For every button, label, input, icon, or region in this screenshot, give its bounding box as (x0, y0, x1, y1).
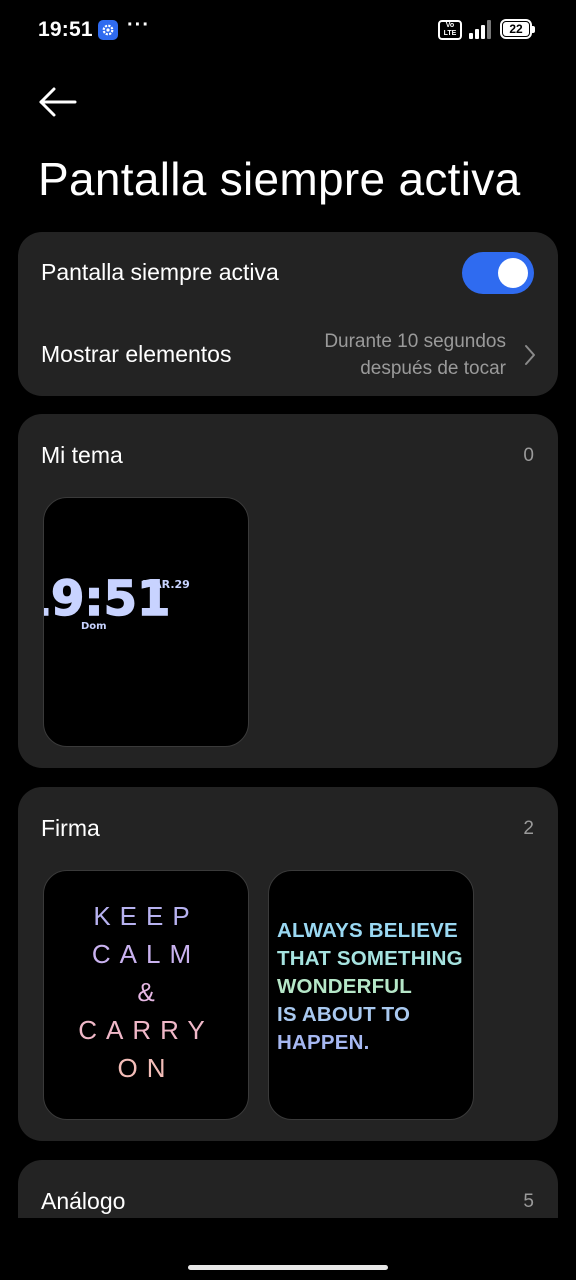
status-time: 19:51 (38, 18, 93, 41)
section-count: 0 (523, 445, 534, 466)
battery-icon: 22 (500, 19, 535, 39)
clock-face-preview: 19:51 MAR.29 Dom (44, 570, 190, 632)
always-believe-text: ALWAYS BELIEVE THAT SOMETHING WONDERFUL … (277, 919, 463, 1054)
gesture-nav-handle[interactable] (188, 1265, 388, 1270)
signal-icon (469, 20, 491, 39)
settings-card: Pantalla siempre activa Mostrar elemento… (18, 232, 558, 396)
more-notifications-icon: ··· (127, 14, 150, 36)
clock-date-text: MAR.29 (142, 578, 190, 591)
clock-face-thumbnail[interactable]: 19:51 MAR.29 Dom (43, 497, 249, 747)
section-title: Firma (41, 815, 100, 841)
back-arrow-icon[interactable] (38, 86, 78, 118)
chevron-right-icon (525, 345, 535, 365)
clock-day-text: Dom (81, 621, 107, 632)
mi-tema-card: Mi tema 0 19:51 MAR.29 Dom (18, 414, 558, 768)
section-title: Análogo (41, 1188, 126, 1214)
keep-calm-thumbnail[interactable]: KEEP CALM & CARRY ON (43, 870, 249, 1120)
toggle-knob (498, 258, 528, 288)
section-title: Mi tema (41, 442, 123, 468)
aod-toggle-row[interactable]: Pantalla siempre activa (18, 232, 558, 314)
aod-toggle[interactable] (462, 252, 534, 294)
show-elements-value: Durante 10 segundos después de tocar (324, 331, 506, 379)
status-bar: 19:51 ··· Vo LTE 22 (0, 0, 576, 60)
battery-level: 22 (509, 22, 523, 36)
show-elements-row[interactable]: Mostrar elementos Durante 10 segundos de… (18, 314, 558, 396)
firma-card: Firma 2 KEEP CALM & CARRY ON ALWAYS BELI… (18, 787, 558, 1141)
volte-icon: Vo LTE (438, 20, 462, 40)
section-count: 2 (523, 818, 534, 839)
aod-label: Pantalla siempre activa (41, 259, 279, 285)
section-count: 5 (523, 1191, 534, 1212)
settings-icon (98, 20, 118, 40)
always-believe-thumbnail[interactable]: ALWAYS BELIEVE THAT SOMETHING WONDERFUL … (268, 870, 474, 1120)
keep-calm-text: KEEP CALM & CARRY ON (78, 901, 214, 1083)
page-title: Pantalla siempre activa (38, 153, 521, 205)
analogo-card: Análogo 5 (18, 1160, 558, 1218)
show-elements-label: Mostrar elementos (41, 341, 232, 367)
